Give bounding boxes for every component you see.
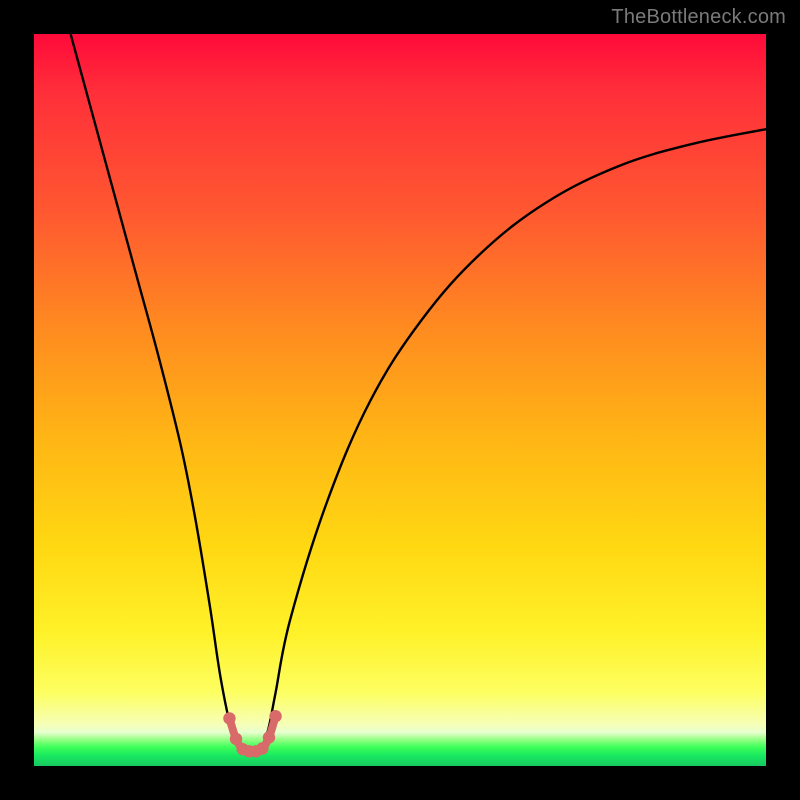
trough-marker-dot [230, 733, 242, 745]
trough-marker-dot [223, 712, 235, 724]
curve-layer [34, 34, 766, 766]
trough-marker-dot [269, 710, 281, 722]
watermark-label: TheBottleneck.com [611, 6, 786, 29]
trough-marker-dot [256, 742, 268, 754]
plot-area [34, 34, 766, 766]
trough-marker-dot [263, 731, 275, 743]
bottleneck-curve [71, 34, 766, 751]
chart-frame: TheBottleneck.com [0, 0, 800, 800]
